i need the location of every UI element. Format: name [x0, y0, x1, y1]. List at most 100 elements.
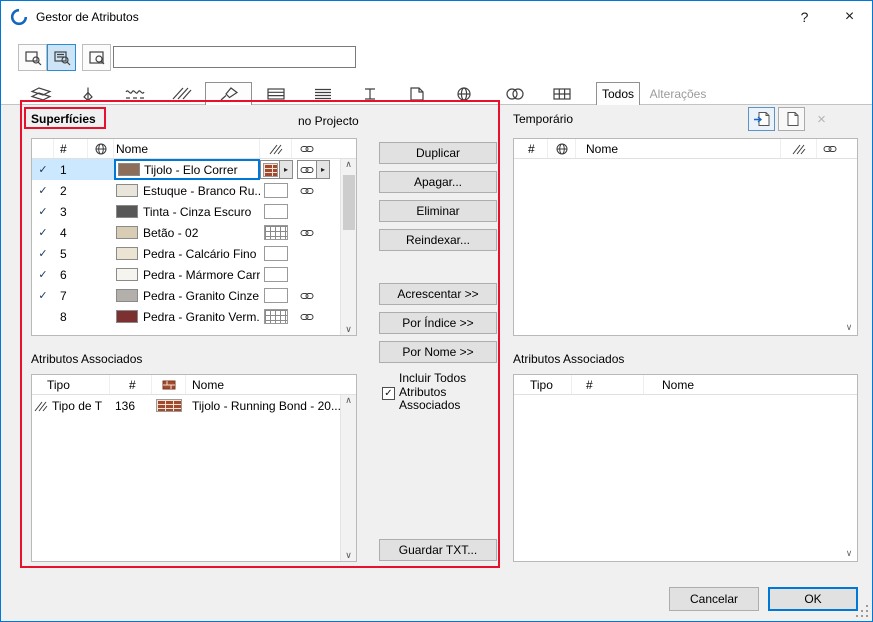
table-row[interactable]: ✓ 6 Pedra - Mármore Carr... [32, 264, 342, 285]
associated-table-scrollbar[interactable]: ∧ ∨ [340, 395, 356, 561]
tab-cities[interactable] [440, 83, 487, 105]
column-header-nome[interactable]: Nome [576, 139, 781, 158]
fill-picker[interactable] [260, 160, 280, 179]
por-nome-button[interactable]: Por Nome >> [379, 341, 497, 363]
row-check-icon[interactable]: ✓ [32, 159, 54, 180]
tab-building-materials[interactable] [299, 83, 346, 105]
row-check-icon[interactable]: ✓ [32, 222, 54, 243]
reindexar-button[interactable]: Reindexar... [379, 229, 497, 251]
column-header-nome[interactable]: Nome [114, 139, 260, 158]
table-row[interactable]: 8 Pedra - Granito Verm... [32, 306, 342, 327]
tab-todos[interactable]: Todos [596, 82, 640, 105]
eliminar-button[interactable]: Eliminar [379, 200, 497, 222]
row-check-icon[interactable]: ✓ [32, 264, 54, 285]
tab-fill-types[interactable] [158, 83, 205, 105]
tab-renovation[interactable] [538, 83, 585, 105]
tab-layers[interactable] [17, 83, 64, 105]
resize-grip[interactable] [866, 615, 868, 617]
guardar-txt-button[interactable]: Guardar TXT... [379, 539, 497, 561]
duplicar-button[interactable]: Duplicar [379, 142, 497, 164]
tab-zone-categories[interactable] [393, 83, 440, 105]
associated-row[interactable]: Tipo de T 136 Tijolo - Running Bond - 20… [32, 395, 342, 416]
row-check-icon[interactable]: ✓ [32, 180, 54, 201]
search-mode-button[interactable] [82, 44, 111, 71]
chain-picker-arrow[interactable]: ▸ [317, 160, 330, 179]
fill-picker-arrow[interactable]: ▸ [280, 160, 293, 179]
row-check-icon[interactable]: ✓ [32, 243, 54, 264]
new-attribute-button[interactable] [778, 107, 805, 131]
hatch-icon [792, 144, 805, 154]
delete-temp-button[interactable]: × [808, 107, 835, 131]
search-input[interactable] [113, 46, 356, 68]
column-header-fill[interactable] [260, 139, 292, 158]
tab-pens[interactable] [64, 83, 111, 105]
help-button[interactable]: ? [782, 1, 827, 32]
table-row[interactable]: ✓ 5 Pedra - Calcário Fino [32, 243, 342, 264]
column-header-num[interactable]: # [110, 375, 152, 394]
column-header-num[interactable]: # [514, 139, 548, 158]
fill-preview[interactable] [264, 204, 288, 219]
fill-preview[interactable] [264, 309, 288, 324]
column-header-num[interactable]: # [572, 375, 644, 394]
scroll-down-icon[interactable]: ∨ [345, 550, 352, 561]
por-indice-button[interactable]: Por Índice >> [379, 312, 497, 334]
fill-preview[interactable] [264, 225, 288, 240]
acrescentar-button[interactable]: Acrescentar >> [379, 283, 497, 305]
table-row[interactable]: ✓ 3 Tinta - Cinza Escuro [32, 201, 342, 222]
table-row[interactable]: ✓ 7 Pedra - Granito Cinze... [32, 285, 342, 306]
fill-preview[interactable] [264, 267, 288, 282]
column-header-globe[interactable] [548, 139, 576, 158]
incluir-todos-checkbox[interactable]: ✓ [382, 387, 395, 400]
view-mode-button-1[interactable] [18, 44, 47, 71]
tab-composites[interactable] [252, 83, 299, 105]
tab-alteracoes[interactable]: Alterações [642, 83, 714, 105]
scroll-down-icon[interactable]: ∨ [345, 324, 352, 335]
column-header-nome[interactable]: Nome [644, 375, 857, 394]
column-header-tipo[interactable]: Tipo [32, 375, 110, 394]
title-bar[interactable]: Gestor de Atributos ? × [1, 1, 872, 32]
surfaces-table-scrollbar[interactable]: ∧ ∨ [340, 159, 356, 335]
temporario-title: Temporário [513, 112, 574, 126]
chain-icon [300, 313, 314, 320]
table-row[interactable]: ✓ 4 Betão - 02 [32, 222, 342, 243]
view-mode-button-2[interactable] [47, 44, 76, 71]
close-button[interactable]: × [827, 1, 872, 32]
tab-operation-profiles[interactable] [491, 83, 538, 105]
chain-picker[interactable] [297, 160, 317, 179]
table-row[interactable]: ✓ 1 Tijolo - Elo Correr ▸ ▸ [32, 159, 342, 180]
column-header-fill[interactable] [781, 139, 817, 158]
fill-preview[interactable] [264, 288, 288, 303]
ok-button[interactable]: OK [768, 587, 858, 611]
scroll-down-icon[interactable]: ∨ [846, 548, 853, 559]
associated-attributes-title: Atributos Associados [31, 352, 143, 366]
column-header-nome[interactable]: Nome [186, 375, 356, 394]
column-header-num[interactable]: # [54, 139, 88, 158]
fill-preview[interactable] [264, 183, 288, 198]
table-row[interactable]: ✓ 2 Estuque - Branco Ru... [32, 180, 342, 201]
scroll-up-icon[interactable]: ∧ [345, 159, 352, 170]
name-edit-input[interactable]: Tijolo - Elo Correr [114, 159, 260, 180]
column-header-globe[interactable] [88, 139, 114, 158]
column-header-chain[interactable] [292, 139, 322, 158]
tab-surfaces[interactable] [205, 82, 252, 105]
row-check-icon[interactable]: ✓ [32, 201, 54, 222]
tab-line-types[interactable] [111, 83, 158, 105]
row-name: Estuque - Branco Ru... [143, 183, 260, 198]
color-swatch [116, 268, 138, 281]
cancel-button[interactable]: Cancelar [669, 587, 759, 611]
scroll-down-icon[interactable]: ∨ [846, 322, 853, 333]
row-check-icon[interactable] [32, 306, 54, 327]
import-attributes-button[interactable] [748, 107, 775, 131]
scrollbar-thumb[interactable] [343, 175, 355, 230]
tab-profiles[interactable] [346, 83, 393, 105]
fill-preview[interactable] [264, 246, 288, 261]
temporario-table-scrollbar[interactable]: ∨ [841, 159, 857, 333]
pen-icon [82, 87, 93, 102]
scroll-up-icon[interactable]: ∧ [345, 395, 352, 406]
column-header-tipo[interactable]: Tipo [514, 375, 572, 394]
column-header-chain[interactable] [817, 139, 843, 158]
apagar-button[interactable]: Apagar... [379, 171, 497, 193]
temporario-associated-scrollbar[interactable]: ∨ [841, 395, 857, 559]
associated-attributes-table: Tipo # Nome Tipo de T 136 Tijolo - Runni… [31, 374, 357, 562]
row-check-icon[interactable]: ✓ [32, 285, 54, 306]
